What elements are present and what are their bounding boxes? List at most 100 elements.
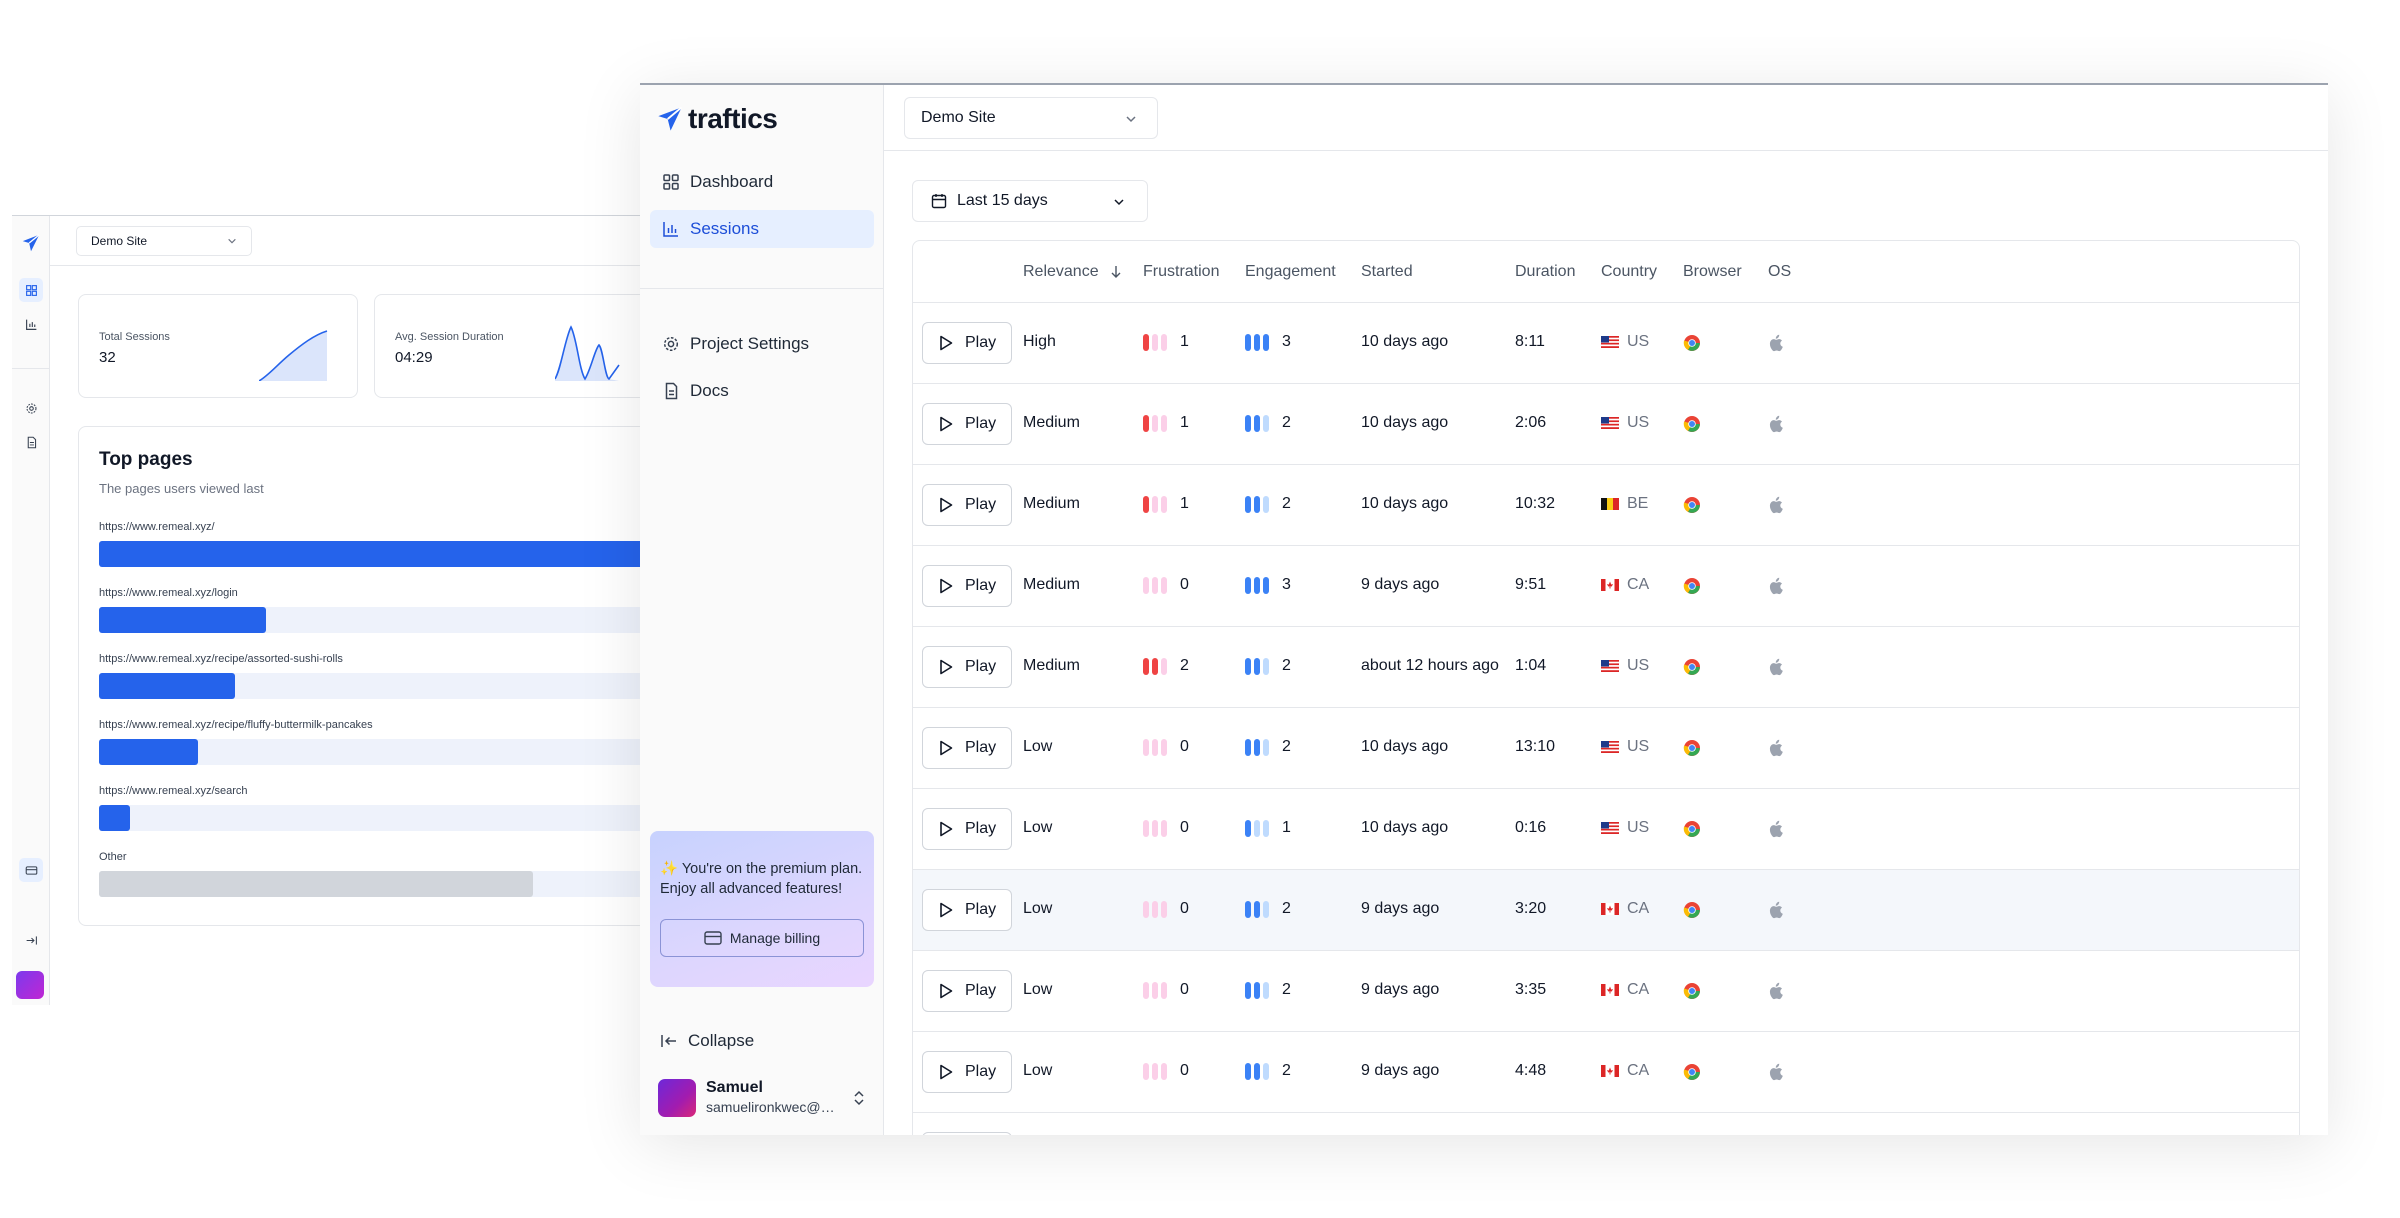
- table-row[interactable]: Play Medium 0 3 9 days ago 9:51 CA: [913, 546, 2299, 627]
- browser-cell: [1683, 577, 1701, 595]
- top-pages-card: Top pages The pages users viewed last ht…: [78, 426, 652, 926]
- table-row[interactable]: Play Medium 2 2 about 12 hours ago 1:04 US: [913, 627, 2299, 708]
- billing-rail-button[interactable]: [19, 858, 43, 882]
- frustration-cell: 0: [1143, 900, 1189, 918]
- page-share-track: [99, 871, 652, 897]
- level-bar: [1161, 414, 1167, 432]
- expand-rail-button[interactable]: [19, 928, 43, 952]
- nav-docs[interactable]: Docs: [650, 372, 874, 410]
- credit-card-icon: [704, 931, 722, 945]
- manage-billing-label: Manage billing: [729, 930, 821, 946]
- logo-icon: [658, 106, 683, 131]
- level-bar: [1143, 1062, 1149, 1080]
- country-code: CA: [1627, 981, 1650, 998]
- column-header-os[interactable]: OS: [1768, 263, 1791, 281]
- started-cell: 10 days ago: [1361, 495, 1449, 512]
- engagement-cell: 2: [1245, 981, 1291, 999]
- started-cell: 10 days ago: [1361, 738, 1449, 755]
- settings-rail-button[interactable]: [19, 396, 43, 420]
- avatar[interactable]: [16, 971, 44, 999]
- level-bar: [1245, 900, 1251, 918]
- play-icon: [940, 983, 953, 999]
- frustration-value: 0: [1180, 981, 1189, 998]
- avatar: [658, 1079, 696, 1117]
- column-header-country[interactable]: Country: [1601, 263, 1657, 281]
- list-item[interactable]: https://www.remeal.xyz/search: [99, 785, 652, 831]
- brand[interactable]: traftics: [656, 103, 778, 135]
- column-header-relevance[interactable]: Relevance: [1023, 263, 1123, 281]
- expand-icon: [26, 935, 37, 945]
- table-row[interactable]: Play Low 0 2 9 days ago 3:35 CA: [913, 951, 2299, 1032]
- column-header-duration[interactable]: Duration: [1515, 263, 1575, 281]
- play-button[interactable]: Play: [922, 727, 1012, 769]
- play-icon: [940, 821, 953, 837]
- engagement-meter: [1245, 1062, 1272, 1080]
- brand-name: traftics: [688, 103, 778, 134]
- column-header-engagement[interactable]: Engagement: [1245, 263, 1336, 281]
- play-button[interactable]: Play: [922, 889, 1012, 931]
- level-bar: [1152, 981, 1158, 999]
- frustration-meter: [1143, 576, 1170, 594]
- os-cell: [1768, 658, 1783, 676]
- frustration-meter: [1143, 900, 1170, 918]
- list-item[interactable]: https://www.remeal.xyz/recipe/fluffy-but…: [99, 719, 652, 765]
- play-button[interactable]: [922, 1132, 1012, 1135]
- nav-project-settings[interactable]: Project Settings: [650, 325, 874, 363]
- list-item[interactable]: https://www.remeal.xyz/recipe/assorted-s…: [99, 653, 652, 699]
- country-cell: US: [1601, 819, 1649, 837]
- list-item[interactable]: Other: [99, 851, 652, 897]
- column-header-frustration[interactable]: Frustration: [1143, 263, 1219, 281]
- country-cell: US: [1601, 738, 1649, 756]
- browser-cell: [1683, 496, 1701, 514]
- docs-rail-button[interactable]: [19, 430, 43, 454]
- page-share-bar: [99, 739, 199, 765]
- level-bar: [1152, 495, 1158, 513]
- table-row[interactable]: Play Medium 1 2 10 days ago 10:32 BE: [913, 465, 2299, 546]
- list-item[interactable]: https://www.remeal.xyz/: [99, 521, 652, 567]
- date-range-select[interactable]: Last 15 days: [912, 180, 1148, 222]
- logo-icon: [22, 234, 40, 252]
- play-button[interactable]: Play: [922, 322, 1012, 364]
- table-row[interactable]: Play Low 0 2 10 days ago 13:10 US: [913, 708, 2299, 789]
- user-menu[interactable]: Samuel samuelironkwec@gmail.com: [658, 1077, 874, 1121]
- table-row[interactable]: Play High 1 3 10 days ago 8:11 US: [913, 303, 2299, 384]
- nav-sessions[interactable]: Sessions: [650, 210, 874, 248]
- column-header-browser[interactable]: Browser: [1683, 263, 1742, 281]
- dashboard-rail-button[interactable]: [19, 278, 43, 302]
- nav-label: Sessions: [690, 219, 759, 238]
- site-select[interactable]: Demo Site: [904, 97, 1158, 139]
- engagement-meter: [1245, 900, 1272, 918]
- play-button[interactable]: Play: [922, 484, 1012, 526]
- column-header-started[interactable]: Started: [1361, 263, 1413, 281]
- chrome-icon: [1683, 902, 1700, 918]
- table-row[interactable]: [913, 1113, 2299, 1135]
- table-row[interactable]: Play Low 0 2 9 days ago 4:48 CA: [913, 1032, 2299, 1113]
- play-button[interactable]: Play: [922, 808, 1012, 850]
- manage-billing-button[interactable]: Manage billing: [660, 919, 864, 957]
- table-row[interactable]: Play Medium 1 2 10 days ago 2:06 US: [913, 384, 2299, 465]
- level-bar: [1254, 1062, 1260, 1080]
- collapse-button[interactable]: Collapse: [660, 1031, 754, 1051]
- play-button[interactable]: Play: [922, 565, 1012, 607]
- play-button[interactable]: Play: [922, 646, 1012, 688]
- frustration-meter: [1143, 414, 1170, 432]
- duration-cell: 4:48: [1515, 1062, 1547, 1079]
- table-row[interactable]: Play Low 0 2 9 days ago 3:20 CA: [913, 870, 2299, 951]
- page-share-bar: [99, 871, 533, 897]
- nav-dashboard[interactable]: Dashboard: [650, 163, 874, 201]
- page-url: https://www.remeal.xyz/recipe/assorted-s…: [99, 653, 343, 665]
- duration-cell: 9:51: [1515, 576, 1547, 593]
- site-select[interactable]: Demo Site: [76, 226, 252, 256]
- country-cell: CA: [1601, 981, 1649, 999]
- list-item[interactable]: https://www.remeal.xyz/login: [99, 587, 652, 633]
- play-button[interactable]: Play: [922, 403, 1012, 445]
- duration-cell: 3:20: [1515, 900, 1547, 917]
- play-button[interactable]: Play: [922, 970, 1012, 1012]
- table-row[interactable]: Play Low 0 1 10 days ago 0:16 US: [913, 789, 2299, 870]
- os-cell: [1768, 577, 1783, 595]
- chrome-icon: [1683, 416, 1700, 432]
- sessions-rail-button[interactable]: [19, 312, 43, 336]
- play-button[interactable]: Play: [922, 1051, 1012, 1093]
- level-bar: [1254, 495, 1260, 513]
- main-topbar: Demo Site: [884, 85, 2328, 151]
